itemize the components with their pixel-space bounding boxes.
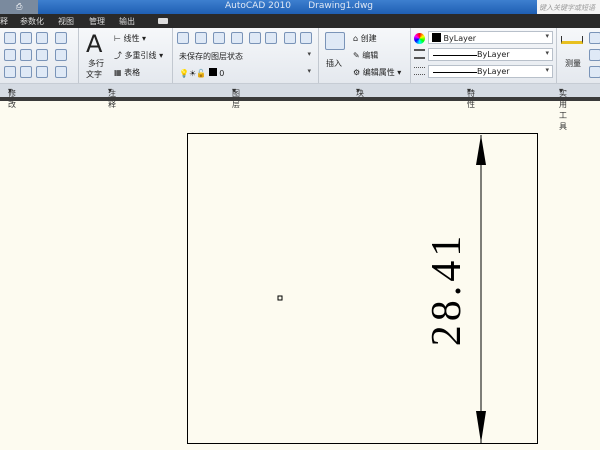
rectangle[interactable] [187,133,538,444]
trim-icon[interactable] [36,32,48,44]
current-layer-dropdown[interactable]: 💡☀🔓 0 [175,66,315,79]
linear-dim-button[interactable]: ⊢ 线性 ▾ [114,33,146,44]
lineweight-dropdown[interactable]: ByLayer [428,65,553,78]
app-title: AutoCAD 2010 [225,1,292,11]
dimension-text[interactable]: 28.41 [424,232,470,347]
ribbon-tabs: 释 参数化 视图 管理 输出 [0,14,600,28]
table-button[interactable]: ▦ 表格 [114,67,140,78]
tab-output[interactable]: 输出 [119,16,135,27]
utilities-panel-label[interactable]: 实用工具 ▾ [559,86,567,131]
linetype-icon [414,49,425,59]
print-icon[interactable]: ⎙ [16,2,22,12]
create-block-button[interactable]: ⌂ 创建 [353,33,377,44]
erase-icon[interactable] [55,32,67,44]
measure-icon[interactable] [561,36,583,44]
lineweight-icon [414,67,425,75]
calculator-icon[interactable] [589,66,600,78]
layer-state-dropdown[interactable]: 未保存的图层状态 [175,49,315,62]
multiline-text-label[interactable]: 多行 [88,58,104,69]
layer-match-icon[interactable] [284,32,296,44]
multileader-button[interactable]: ⤴ 多重引线 ▾ [114,50,163,61]
edit-attributes-button[interactable]: ⚙ 编辑属性 ▾ [353,67,401,78]
edit-block-button[interactable]: ✎ 编辑 [353,50,378,61]
offset-icon[interactable] [55,66,67,78]
search-input[interactable]: 键入关键字或短语 [537,0,600,14]
block-panel-label[interactable]: 块 ▾ [356,86,364,98]
properties-panel-label[interactable]: 特性 ▾ [467,86,475,109]
tab-annotate[interactable]: 释 [0,16,8,27]
layer-icon[interactable] [195,32,207,44]
modify-panel-label[interactable]: 修改 ▾ [8,86,16,109]
document-title: Drawing1.dwg [308,1,374,11]
layer-off-icon[interactable] [213,32,225,44]
layer-color-swatch [208,68,217,76]
array-icon[interactable] [36,66,48,78]
copy-icon[interactable] [4,49,16,61]
linetype-dropdown[interactable]: ByLayer [428,48,553,61]
layer-lock-icon[interactable] [265,32,277,44]
stretch-icon[interactable] [4,66,16,78]
multiline-text-label2[interactable]: 文字 [86,69,102,80]
dimension-arrow-bottom [476,411,486,443]
layer-isolate-icon[interactable] [231,32,243,44]
dimension-arrow-top [476,135,486,165]
insert-button[interactable]: 插入 [326,58,342,69]
quick-access-toolbar[interactable]: ⎙ [0,0,38,14]
multiline-text-icon[interactable]: A [86,30,102,58]
layer-freeze-icon[interactable] [249,32,261,44]
quickcalc-icon[interactable] [589,49,600,61]
fillet-icon[interactable] [36,49,48,61]
layer-properties-icon[interactable] [177,32,189,44]
measure-button[interactable]: 测量 [565,58,581,69]
color-dropdown[interactable]: ByLayer [428,31,553,44]
quick-select-icon[interactable] [589,32,600,44]
pickbox-cursor [277,295,283,301]
annotation-panel-label[interactable]: 注释 ▾ [108,86,116,109]
layer-walk-icon[interactable] [300,32,312,44]
layers-panel-label[interactable]: 图层 ▾ [232,86,240,109]
move-icon[interactable] [4,32,16,44]
panel-labels: 修改 ▾ 注释 ▾ 图层 ▾ 块 ▾ 特性 ▾ 实用工具 ▾ [0,83,600,131]
color-wheel-icon [414,33,425,44]
explode-icon[interactable] [55,49,67,61]
mirror-icon[interactable] [20,49,32,61]
ribbon: A 多行 文字 ⊢ 线性 ▾ ⤴ 多重引线 ▾ ▦ 表格 未保存的图层状态 💡☀… [0,28,600,84]
drawing-canvas[interactable]: 28.41 [0,101,600,450]
window-title: AutoCAD 2010 Drawing1.dwg [225,1,373,11]
minimize-ribbon-button[interactable] [158,18,168,24]
tab-manage[interactable]: 管理 [89,16,105,27]
rotate-icon[interactable] [20,32,32,44]
scale-icon[interactable] [20,66,32,78]
tab-parametric[interactable]: 参数化 [20,16,44,27]
insert-block-icon[interactable] [325,32,345,50]
tab-view[interactable]: 视图 [58,16,74,27]
